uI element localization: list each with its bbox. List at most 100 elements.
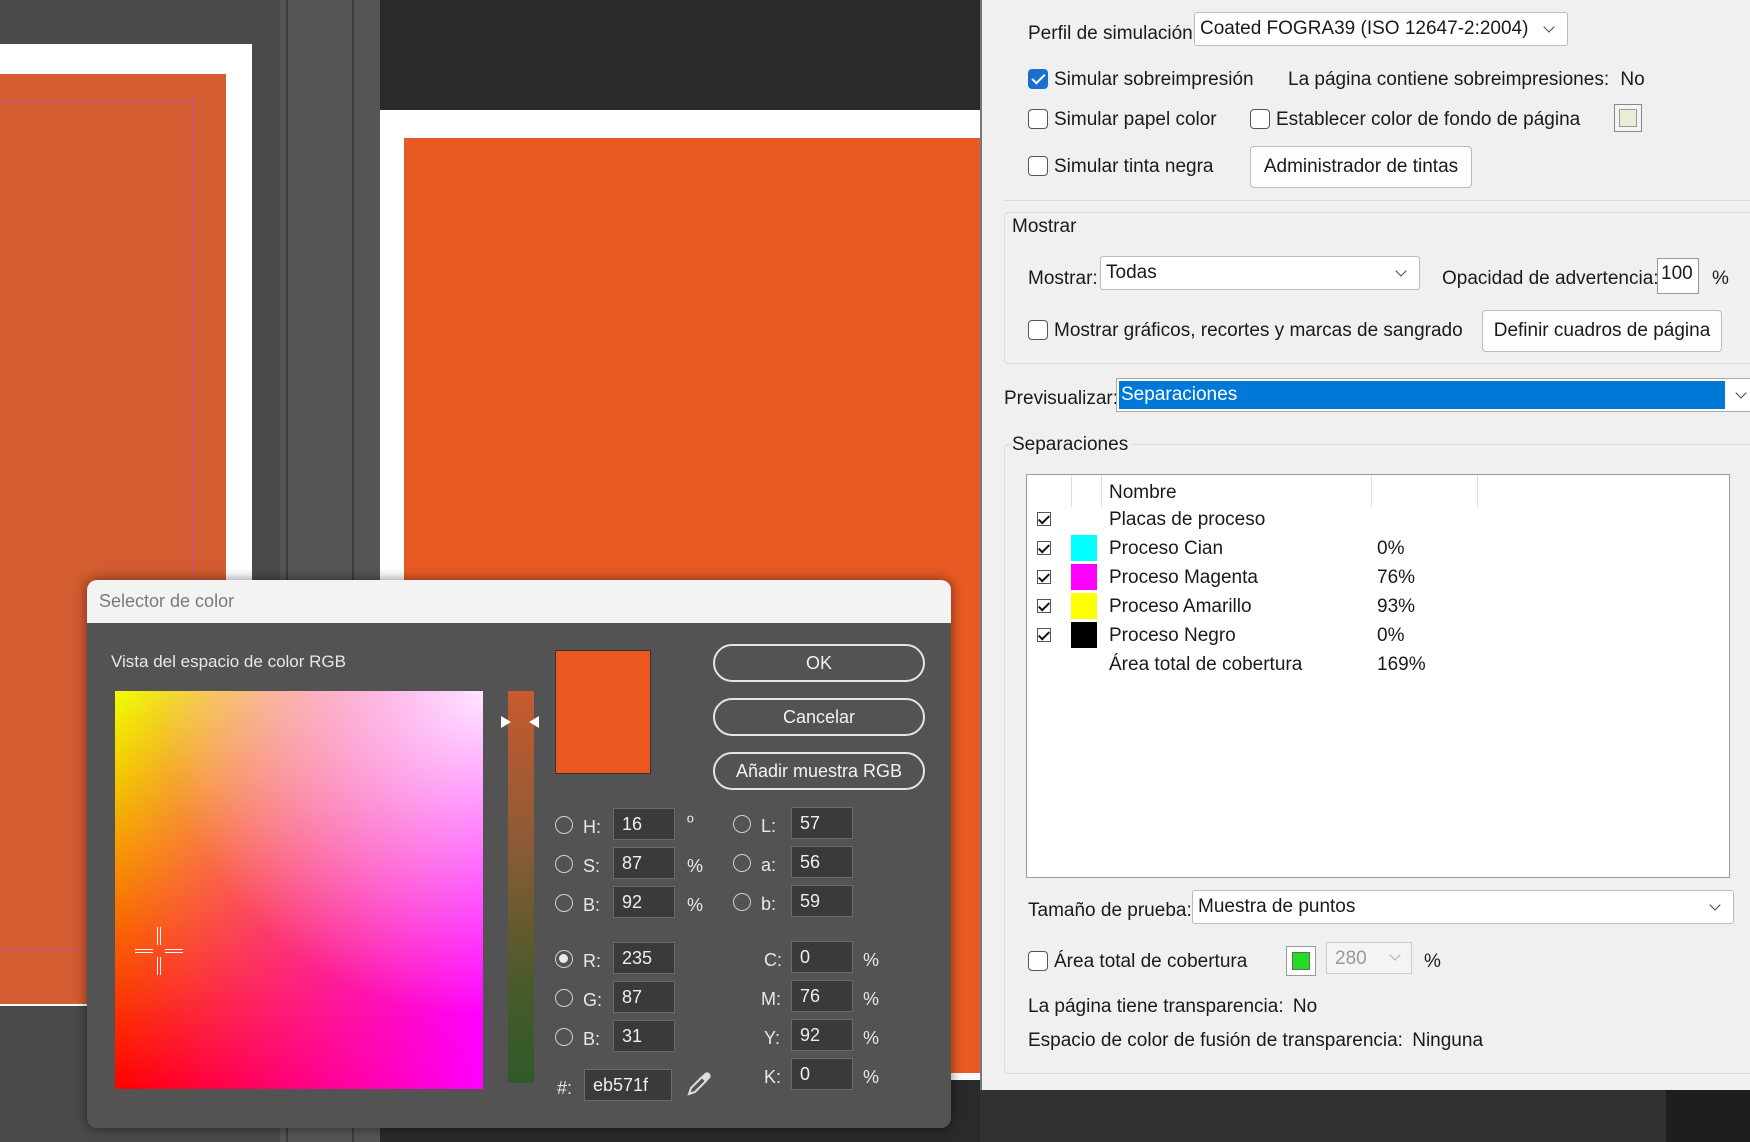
perfil-label: Perfil de simulación: — [1028, 23, 1199, 44]
s-radio[interactable] — [555, 855, 573, 873]
k-unit: % — [863, 1067, 880, 1087]
mostrar-select[interactable]: Todas — [1100, 256, 1420, 290]
slider-handle-left-icon[interactable] — [501, 716, 511, 728]
perfil-select[interactable]: Coated FOGRA39 (ISO 12647-2:2004) — [1194, 12, 1568, 46]
row-checkbox[interactable] — [1037, 541, 1051, 555]
mostrar-graficos-checkbox[interactable] — [1028, 320, 1048, 340]
establecer-fondo-checkbox[interactable] — [1250, 109, 1270, 129]
a-radio[interactable] — [733, 854, 751, 872]
s-unit: % — [687, 856, 704, 876]
simular-tinta-checkbox[interactable] — [1028, 156, 1048, 176]
chevron-down-icon — [1389, 949, 1401, 961]
h-input[interactable]: 16 — [613, 808, 675, 840]
chevron-down-icon — [1543, 21, 1555, 33]
color-field[interactable] — [115, 691, 483, 1089]
col-divider — [1101, 475, 1102, 507]
area-total-checkbox[interactable] — [1028, 951, 1048, 971]
lab-b-label: b: — [761, 894, 777, 914]
l-radio[interactable] — [733, 815, 751, 833]
tamano-select[interactable]: Muestra de puntos — [1192, 890, 1734, 924]
separaciones-group-title: Separaciones — [1012, 434, 1133, 456]
r-input[interactable]: 235 — [613, 942, 675, 974]
g-input[interactable]: 87 — [613, 981, 675, 1013]
m-unit: % — [863, 989, 880, 1009]
definir-cuadros-button[interactable]: Definir cuadros de página — [1482, 310, 1722, 352]
c-input[interactable]: 0 — [791, 941, 853, 973]
b-input[interactable]: 92 — [613, 886, 675, 918]
h-radio[interactable] — [555, 816, 573, 834]
col-divider — [1371, 475, 1372, 507]
lab-b-radio[interactable] — [733, 893, 751, 911]
column-header-nombre: Nombre — [1109, 482, 1177, 503]
b-unit: % — [687, 895, 704, 915]
simular-papel-label: Simular papel color — [1054, 109, 1217, 130]
row-checkbox[interactable] — [1037, 512, 1051, 526]
blue-input[interactable]: 31 — [613, 1020, 675, 1052]
hue-slider[interactable] — [508, 691, 534, 1083]
cancel-button[interactable]: Cancelar — [713, 698, 925, 736]
m-input[interactable]: 76 — [791, 980, 853, 1012]
table-row[interactable]: Proceso Amarillo — [1109, 596, 1252, 618]
fondo-color-inner — [1619, 109, 1637, 127]
cell-value: 76% — [1377, 567, 1416, 588]
s-input[interactable]: 87 — [613, 847, 675, 879]
mostrar-graficos-label: Mostrar gráficos, recortes y marcas de s… — [1054, 320, 1463, 341]
area-color-swatch[interactable] — [1286, 946, 1316, 976]
dialog-title: Selector de color — [87, 580, 951, 623]
black-swatch — [1071, 622, 1097, 648]
cyan-swatch — [1071, 535, 1097, 561]
table-row[interactable]: Placas de proceso — [1109, 509, 1265, 531]
table-row[interactable]: Proceso Magenta — [1109, 567, 1258, 589]
cell-value: 93% — [1377, 596, 1416, 617]
crosshair-h — [165, 949, 183, 953]
opacidad-label: Opacidad de advertencia: — [1442, 268, 1659, 289]
fondo-color-swatch[interactable] — [1614, 104, 1642, 132]
bottom-strip — [1666, 1090, 1750, 1142]
previsualizar-highlight: Separaciones — [1119, 381, 1725, 409]
r-label: R: — [583, 951, 601, 971]
table-row[interactable]: Proceso Cian — [1109, 538, 1223, 560]
y-label: Y: — [764, 1028, 781, 1048]
slider-handle-right-icon[interactable] — [529, 716, 539, 728]
y-unit: % — [863, 1028, 880, 1048]
l-input[interactable]: 57 — [791, 807, 853, 839]
table-row[interactable]: Proceso Negro — [1109, 625, 1236, 647]
k-label: K: — [764, 1067, 782, 1087]
h-label: H: — [583, 817, 601, 837]
eyedropper-icon[interactable] — [685, 1070, 713, 1098]
c-label: C: — [764, 950, 782, 970]
g-label: G: — [583, 990, 603, 1010]
blue-radio[interactable] — [555, 1028, 573, 1046]
ok-button[interactable]: OK — [713, 644, 925, 682]
area-unit: % — [1424, 951, 1441, 972]
g-radio[interactable] — [555, 989, 573, 1007]
a-input[interactable]: 56 — [791, 846, 853, 878]
mostrar-value: Todas — [1106, 262, 1157, 283]
b-radio[interactable] — [555, 894, 573, 912]
blue-label: B: — [583, 1029, 601, 1049]
lab-b-input[interactable]: 59 — [791, 885, 853, 917]
hex-input[interactable]: eb571f — [584, 1069, 672, 1101]
administrador-tintas-button[interactable]: Administrador de tintas — [1250, 146, 1472, 188]
previsualizar-select[interactable]: Separaciones — [1116, 378, 1750, 412]
area-value-select[interactable]: 280 — [1326, 942, 1412, 974]
col-divider — [1071, 475, 1072, 507]
simular-papel-checkbox[interactable] — [1028, 109, 1048, 129]
add-rgb-swatch-button[interactable]: Añadir muestra RGB — [713, 752, 925, 790]
opacidad-input[interactable]: 100 — [1657, 258, 1699, 294]
yellow-swatch — [1071, 593, 1097, 619]
chevron-down-icon — [1709, 899, 1721, 911]
hex-label: #: — [557, 1078, 573, 1098]
cell-value: 169% — [1377, 654, 1426, 675]
row-checkbox[interactable] — [1037, 570, 1051, 584]
simular-sobreimpresion-checkbox[interactable] — [1028, 69, 1048, 89]
eyedropper-svg — [687, 1072, 711, 1096]
row-checkbox[interactable] — [1037, 599, 1051, 613]
r-radio[interactable] — [555, 950, 573, 968]
row-checkbox[interactable] — [1037, 628, 1051, 642]
mostrar-group-title: Mostrar — [1012, 216, 1081, 238]
crosshair-icon — [135, 927, 183, 975]
y-input[interactable]: 92 — [791, 1019, 853, 1051]
k-input[interactable]: 0 — [791, 1058, 853, 1090]
sobreimpresiones-info: La página contiene sobreimpresiones: No — [1288, 69, 1645, 91]
